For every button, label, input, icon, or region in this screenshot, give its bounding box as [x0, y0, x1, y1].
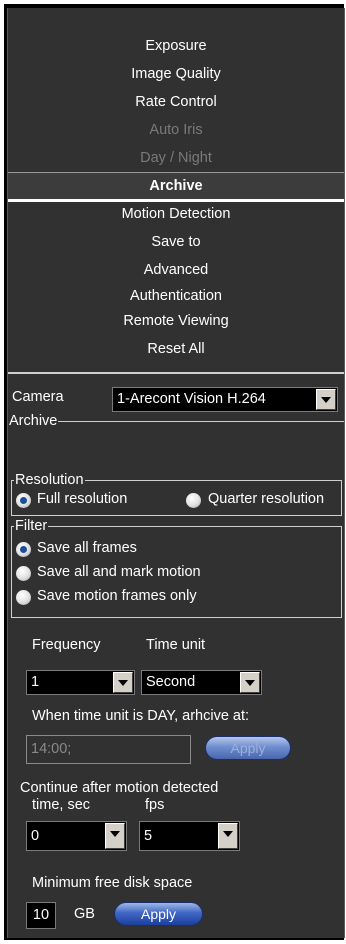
camera-select[interactable]: 1-Arecont Vision H.264 — [112, 387, 338, 412]
disk-space-unit: GB — [74, 906, 95, 922]
time-unit-select[interactable]: Second — [141, 670, 262, 695]
save-motion-only-radio[interactable] — [16, 590, 31, 605]
filter-legend: Filter — [14, 518, 49, 534]
menu-item-reset-all[interactable]: Reset All — [8, 336, 344, 362]
camera-select-value: 1-Arecont Vision H.264 — [117, 391, 266, 407]
menu-item-save-to[interactable]: Save to — [8, 229, 344, 255]
continue-time-select[interactable]: 0 — [26, 821, 127, 851]
disk-space-field[interactable]: 10 — [26, 902, 56, 929]
time-unit-value: Second — [146, 674, 196, 690]
full-resolution-radio[interactable] — [16, 493, 31, 508]
frequency-select[interactable]: 1 — [26, 670, 135, 695]
camera-label: Camera — [12, 389, 64, 405]
frequency-label: Frequency — [32, 637, 101, 653]
save-all-mark-motion-label: Save all and mark motion — [37, 564, 201, 580]
day-archive-label: When time unit is DAY, arhcive at: — [32, 708, 250, 724]
menu-item-archive[interactable]: Archive — [8, 172, 344, 202]
chevron-down-icon[interactable] — [218, 823, 238, 849]
settings-panel: Exposure Image Quality Rate Control Auto… — [7, 8, 345, 938]
menu-item-exposure[interactable]: Exposure — [8, 33, 344, 59]
day-archive-apply-button[interactable]: Apply — [205, 736, 291, 760]
menu-item-advanced[interactable]: Advanced — [8, 257, 344, 283]
chevron-down-icon[interactable] — [105, 823, 125, 849]
continue-fps-select[interactable]: 5 — [139, 821, 240, 851]
disk-space-apply-button[interactable]: Apply — [114, 902, 203, 926]
continue-time-label: time, sec — [32, 797, 91, 813]
menu-item-auto-iris: Auto Iris — [149, 122, 203, 138]
chevron-down-icon[interactable] — [316, 389, 336, 410]
quarter-resolution-radio[interactable] — [186, 493, 201, 508]
archive-group-label: Archive — [8, 413, 59, 429]
quarter-resolution-label: Quarter resolution — [208, 491, 325, 507]
menu-item-authentication[interactable]: Authentication — [8, 283, 344, 309]
day-archive-time-field[interactable]: 14:00; — [26, 735, 191, 764]
menu-item-remote-viewing[interactable]: Remote Viewing — [8, 308, 344, 334]
resolution-group: Resolution Full resolution Quarter resol… — [11, 472, 342, 516]
chevron-down-icon[interactable] — [240, 672, 260, 693]
menu-item-day-night: Day / Night — [140, 150, 212, 166]
continue-motion-label: Continue after motion detected — [20, 780, 219, 796]
chevron-down-icon[interactable] — [113, 672, 133, 693]
continue-time-value: 0 — [31, 828, 40, 844]
save-all-frames-radio[interactable] — [16, 542, 31, 557]
menu-item-image-quality[interactable]: Image Quality — [8, 61, 344, 87]
frequency-value: 1 — [31, 674, 40, 690]
continue-fps-label: fps — [145, 797, 165, 813]
time-unit-label: Time unit — [146, 637, 206, 653]
filter-group: Filter Save all frames Save all and mark… — [11, 518, 342, 618]
archive-group: Archive — [8, 413, 344, 429]
continue-fps-value: 5 — [144, 828, 153, 844]
save-all-mark-motion-radio[interactable] — [16, 566, 31, 581]
save-all-frames-label: Save all frames — [37, 540, 137, 556]
menu-item-rate-control[interactable]: Rate Control — [8, 89, 344, 115]
save-motion-only-label: Save motion frames only — [37, 588, 197, 604]
menu-item-motion-detection[interactable]: Motion Detection — [8, 201, 344, 227]
full-resolution-label: Full resolution — [37, 491, 128, 507]
disk-space-label: Minimum free disk space — [32, 875, 193, 891]
resolution-legend: Resolution — [14, 472, 85, 488]
menu-divider — [8, 372, 344, 374]
